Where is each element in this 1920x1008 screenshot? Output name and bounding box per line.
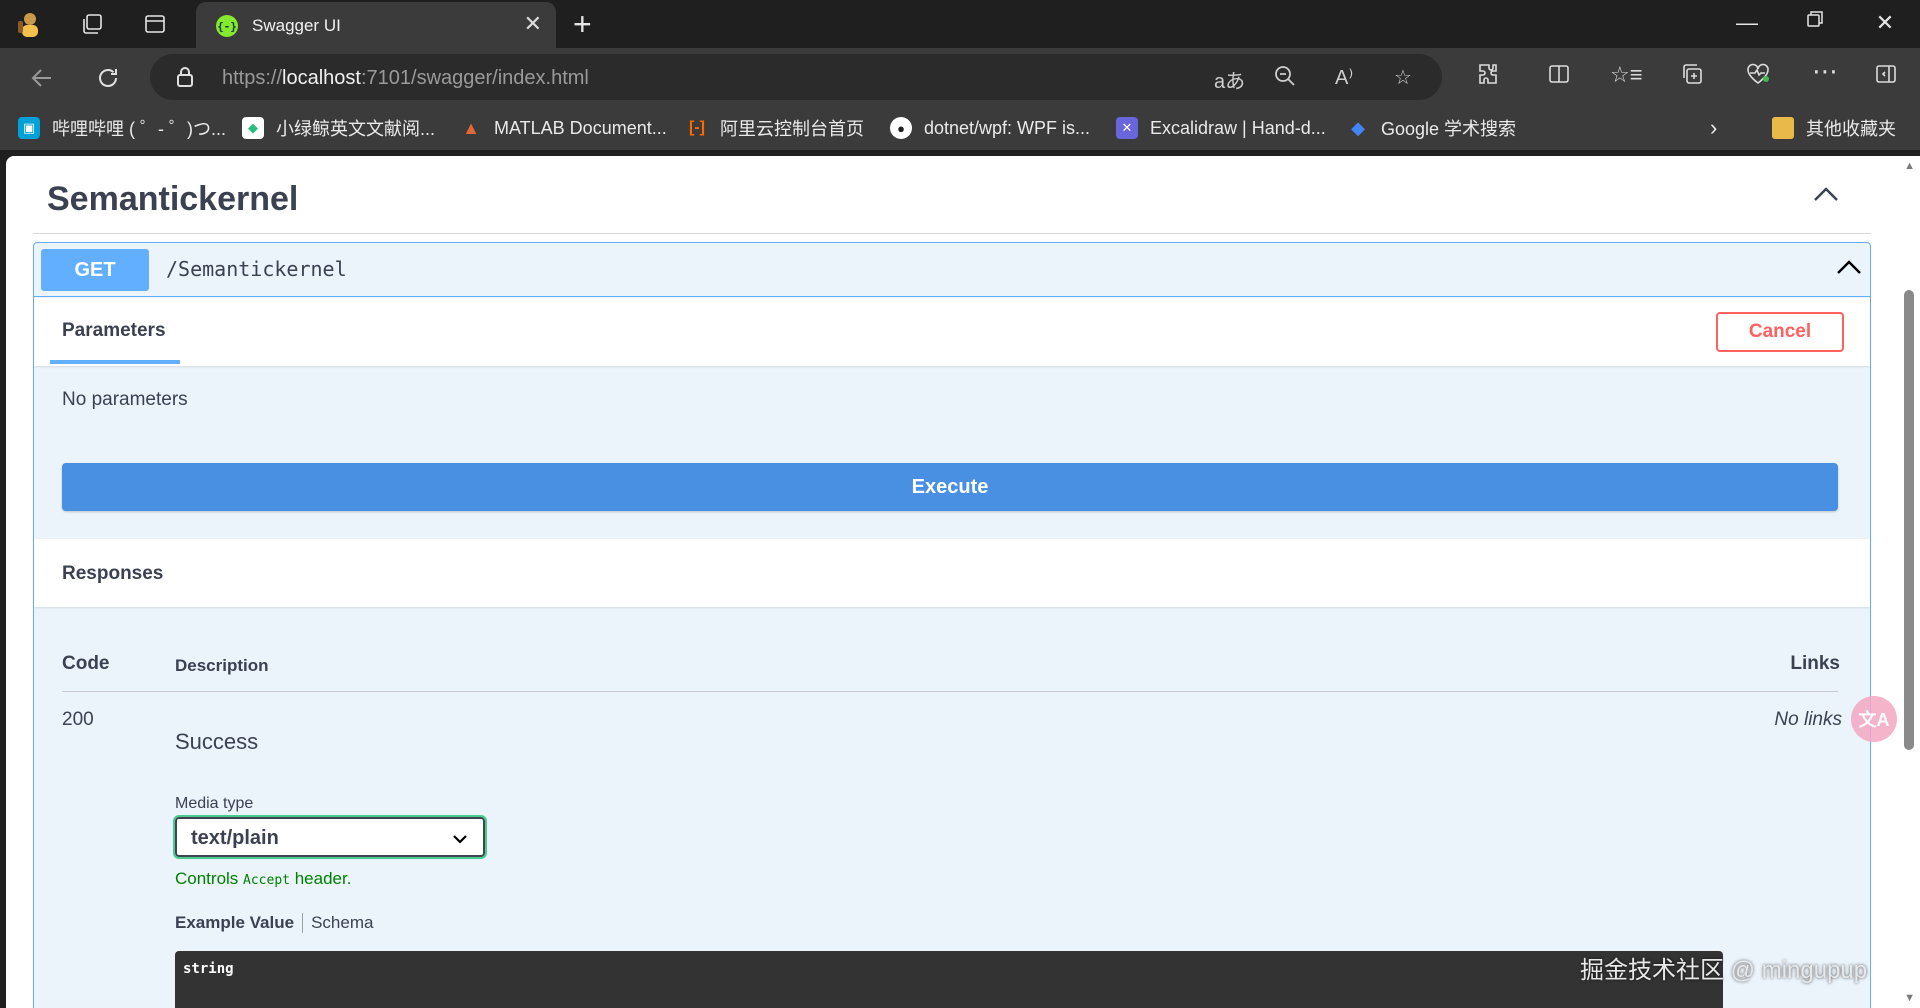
- scroll-up-icon[interactable]: ▲: [1904, 160, 1915, 172]
- divider: [62, 691, 1838, 692]
- split-screen-icon[interactable]: [1543, 62, 1575, 92]
- controller-section-header[interactable]: Semantickernel: [33, 156, 1871, 234]
- no-parameters-text: No parameters: [62, 389, 188, 410]
- cancel-button[interactable]: Cancel: [1716, 312, 1844, 352]
- column-header-description: Description: [175, 656, 269, 675]
- read-aloud-icon[interactable]: aあ: [1214, 65, 1245, 94]
- address-bar[interactable]: https://localhost:7101/swagger/index.htm…: [150, 54, 1442, 100]
- media-type-label: Media type: [175, 795, 254, 812]
- operation-summary[interactable]: GET /Semantickernel: [34, 243, 1870, 297]
- chevron-down-icon: [453, 831, 467, 849]
- bookmark-github-wpf[interactable]: ● dotnet/wpf: WPF is...: [890, 116, 1090, 140]
- bookmark-bilibili[interactable]: ▣ 哔哩哔哩 ( ゜- ゜)つ...: [18, 116, 226, 140]
- page-viewport: Semantickernel GET /Semantickernel Param…: [6, 156, 1920, 1008]
- responses-title: Responses: [62, 563, 164, 584]
- section-title: Semantickernel: [47, 180, 299, 218]
- scroll-down-icon[interactable]: ▼: [1904, 992, 1915, 1004]
- swagger-favicon: {-}: [216, 15, 238, 37]
- parameters-header: Parameters Cancel: [34, 298, 1870, 366]
- scrollbar[interactable]: ▲ ▼: [1898, 156, 1920, 1008]
- close-window-icon[interactable]: ✕: [1865, 10, 1905, 36]
- restore-icon[interactable]: [1795, 8, 1835, 34]
- green-whale-icon: ◆: [242, 117, 264, 139]
- active-tab[interactable]: {-} Swagger UI ✕: [196, 2, 556, 48]
- chevron-up-icon[interactable]: [1813, 186, 1839, 207]
- matlab-icon: ▲: [462, 117, 480, 138]
- response-code: 200: [62, 709, 94, 730]
- lock-icon[interactable]: [176, 66, 194, 93]
- execute-button[interactable]: Execute: [62, 463, 1838, 511]
- tab-separator: [302, 913, 304, 933]
- translate-icon[interactable]: 文A: [1851, 696, 1897, 742]
- minimize-icon[interactable]: —: [1727, 10, 1767, 36]
- refresh-icon[interactable]: [90, 60, 126, 96]
- bookmarks-bar: ▣ 哔哩哔哩 ( ゜- ゜)つ... ◆ 小绿鲸英文文献阅... ▲ MATLA…: [0, 106, 1920, 150]
- github-icon: ●: [890, 117, 912, 139]
- sidebar-icon[interactable]: [1870, 62, 1902, 92]
- zoom-icon[interactable]: [1274, 65, 1296, 93]
- back-icon[interactable]: [24, 60, 60, 96]
- controls-accept-note: Controls Accept header.: [175, 869, 352, 888]
- responses-header: Responses: [34, 539, 1870, 607]
- media-type-value: text/plain: [191, 827, 279, 849]
- excalidraw-icon: ✕: [1116, 117, 1138, 139]
- close-icon[interactable]: ✕: [524, 12, 542, 36]
- media-type-select[interactable]: text/plain: [173, 815, 487, 859]
- bookmark-matlab[interactable]: ▲ MATLAB Document...: [460, 116, 667, 140]
- bilibili-icon: ▣: [18, 117, 40, 139]
- folder-icon: [1772, 117, 1794, 139]
- url-text[interactable]: https://localhost:7101/swagger/index.htm…: [222, 67, 589, 90]
- collections-icon[interactable]: [1676, 62, 1708, 92]
- more-icon[interactable]: ⋯: [1809, 56, 1841, 87]
- chevron-right-icon[interactable]: ›: [1710, 115, 1717, 140]
- browser-title-bar: {-} Swagger UI ✕ + — ✕: [0, 0, 1920, 48]
- favorite-star-icon[interactable]: ☆: [1394, 65, 1412, 90]
- response-links: No links: [1774, 709, 1842, 730]
- text-aloud-icon[interactable]: A⁾: [1335, 65, 1353, 90]
- tab-example-value[interactable]: Example Value: [175, 913, 294, 933]
- workspaces-icon[interactable]: [76, 8, 108, 40]
- bookmark-google-scholar[interactable]: ◆ Google 学术搜索: [1347, 116, 1516, 140]
- bookmark-green-whale[interactable]: ◆ 小绿鲸英文文献阅...: [242, 116, 435, 140]
- bookmark-excalidraw[interactable]: ✕ Excalidraw | Hand-d...: [1116, 116, 1326, 140]
- profile-avatar-icon[interactable]: [14, 8, 46, 40]
- bookmark-other-folder[interactable]: 其他收藏夹: [1772, 116, 1896, 140]
- health-icon[interactable]: [1742, 62, 1774, 92]
- column-header-code: Code: [62, 653, 110, 674]
- operation-path: /Semantickernel: [166, 257, 347, 281]
- tab-underline: [50, 360, 180, 364]
- example-code-text: string: [183, 961, 234, 977]
- example-tabs: Example Value Schema: [175, 913, 373, 933]
- tab-parameters[interactable]: Parameters: [62, 320, 166, 342]
- scroll-thumb[interactable]: [1904, 290, 1914, 750]
- watermark: 掘金技术社区 @ mingupup: [1580, 957, 1868, 984]
- operation-block-get: GET /Semantickernel Parameters Cancel No…: [33, 242, 1871, 1008]
- browser-toolbar: https://localhost:7101/swagger/index.htm…: [0, 48, 1920, 106]
- plus-icon[interactable]: +: [573, 6, 592, 42]
- bookmark-aliyun[interactable]: [-] 阿里云控制台首页: [686, 116, 864, 140]
- chevron-up-icon[interactable]: [1836, 259, 1862, 280]
- column-header-links: Links: [1790, 653, 1840, 674]
- extensions-icon[interactable]: [1472, 62, 1504, 92]
- example-code-block: string: [175, 951, 1723, 1008]
- tab-schema[interactable]: Schema: [311, 913, 373, 933]
- response-description: Success: [175, 729, 259, 754]
- tab-actions-icon[interactable]: [139, 8, 171, 40]
- google-scholar-icon: ◆: [1351, 117, 1365, 138]
- favorites-icon[interactable]: ☆≡: [1610, 62, 1643, 88]
- aliyun-icon: [-]: [689, 119, 705, 136]
- tab-title: Swagger UI: [252, 16, 341, 35]
- method-badge: GET: [41, 249, 149, 291]
